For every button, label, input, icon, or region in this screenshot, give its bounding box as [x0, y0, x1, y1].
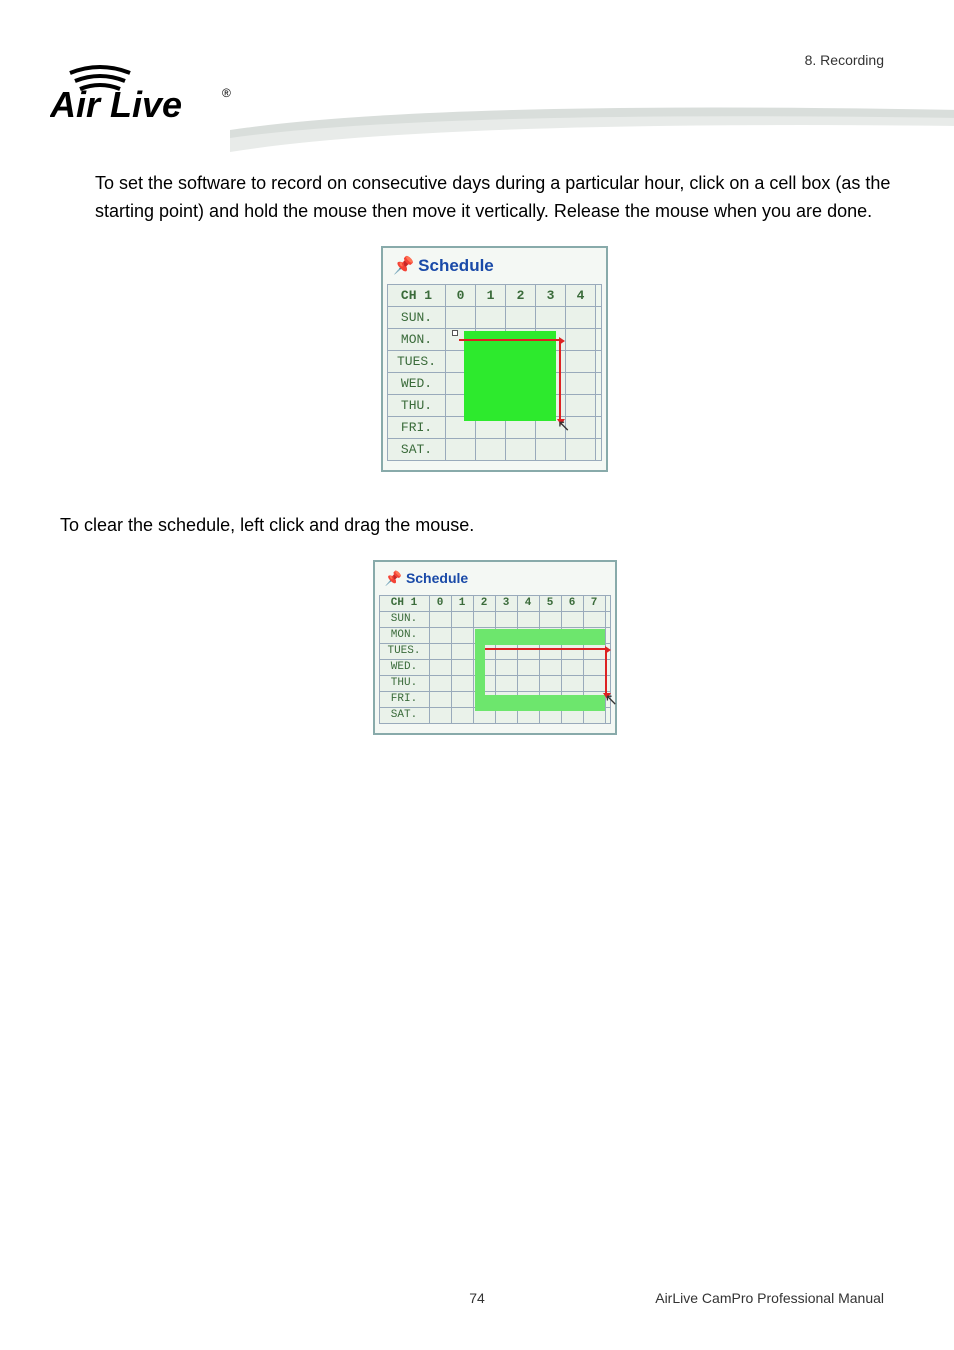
day-label: MON. [379, 627, 429, 643]
hour-header: 2 [506, 284, 536, 306]
svg-text:Air Live: Air Live [50, 84, 182, 125]
hour-header: 4 [566, 284, 596, 306]
svg-text:®: ® [222, 86, 231, 100]
instruction-paragraph-1: To set the software to record on consecu… [95, 170, 894, 226]
hour-header: 3 [495, 595, 517, 611]
day-label: SUN. [388, 306, 446, 328]
day-label: MON. [388, 328, 446, 350]
day-label: SAT. [388, 438, 446, 460]
chapter-label: 8. Recording [805, 52, 884, 68]
hour-header: 1 [451, 595, 473, 611]
schedule-grid[interactable]: CH 1 0 1 2 3 4 SUN. MON. TUES. WED. THU.… [387, 284, 602, 461]
schedule-figure-2: 📌 Schedule CH 1 0 1 2 3 4 5 6 7 [95, 560, 894, 735]
page-number: 74 [469, 1290, 485, 1306]
schedule-title: 📌 Schedule [387, 254, 602, 284]
instruction-paragraph-2: To clear the schedule, left click and dr… [60, 512, 894, 540]
schedule-title-text: Schedule [418, 256, 494, 276]
schedule-grid[interactable]: CH 1 0 1 2 3 4 5 6 7 SUN. MON. TUES. WED [379, 595, 611, 724]
schedule-title: 📌 Schedule [379, 568, 611, 595]
day-label: SUN. [379, 611, 429, 627]
day-label: WED. [379, 659, 429, 675]
manual-title: AirLive CamPro Professional Manual [655, 1290, 884, 1306]
header-swoosh [230, 100, 954, 160]
brand-logo: Air Live ® [50, 55, 240, 130]
day-label: THU. [379, 675, 429, 691]
hour-header: 5 [539, 595, 561, 611]
hour-header: 0 [429, 595, 451, 611]
day-label: THU. [388, 394, 446, 416]
hour-header: 2 [473, 595, 495, 611]
day-label: TUES. [388, 350, 446, 372]
hour-header: 1 [476, 284, 506, 306]
day-label: WED. [388, 372, 446, 394]
hour-header: 4 [517, 595, 539, 611]
pin-icon: 📌 [393, 256, 414, 276]
hour-header: 6 [561, 595, 583, 611]
day-label: FRI. [379, 691, 429, 707]
channel-label: CH 1 [379, 595, 429, 611]
pin-icon: 📌 [385, 570, 402, 587]
day-label: FRI. [388, 416, 446, 438]
hour-header: 3 [536, 284, 566, 306]
schedule-figure-1: 📌 Schedule CH 1 0 1 2 3 4 SUN. MON. [95, 246, 894, 472]
channel-label: CH 1 [388, 284, 446, 306]
hour-header: 7 [583, 595, 605, 611]
hour-header: 0 [446, 284, 476, 306]
day-label: TUES. [379, 643, 429, 659]
schedule-title-text: Schedule [406, 570, 468, 586]
day-label: SAT. [379, 707, 429, 723]
